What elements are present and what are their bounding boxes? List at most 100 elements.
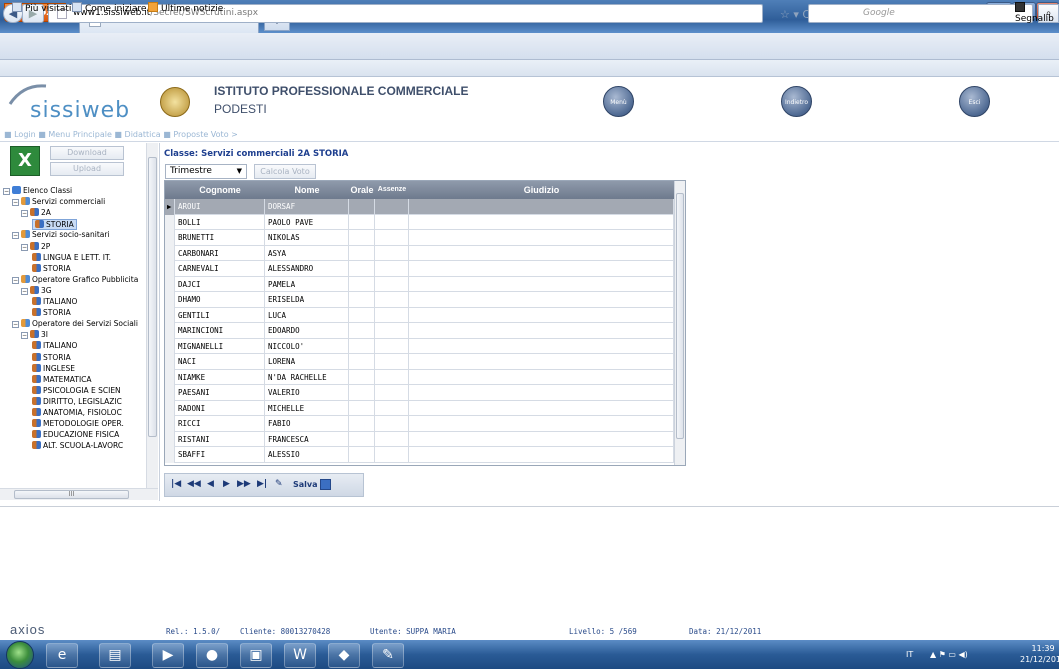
tree-vertical-scrollbar[interactable] — [146, 143, 158, 488]
cell-orale[interactable] — [349, 245, 375, 261]
collapse-icon[interactable]: − — [12, 276, 19, 284]
excel-icon[interactable]: X — [10, 146, 40, 176]
table-row[interactable]: SBAFFI ALESSIO — [165, 447, 674, 463]
tree-item[interactable]: STORIA — [32, 308, 71, 317]
next-page-icon[interactable]: ▶ — [223, 479, 230, 489]
cell-giudizio[interactable] — [409, 276, 674, 292]
tree-item[interactable]: ANATOMIA, FISIOLOC — [32, 408, 122, 417]
save-disk-icon[interactable] — [320, 479, 331, 490]
upload-button[interactable]: Upload — [50, 162, 124, 176]
cell-giudizio[interactable] — [409, 261, 674, 277]
cell-giudizio[interactable] — [409, 307, 674, 323]
collapse-icon[interactable]: − — [3, 188, 10, 195]
download-button[interactable]: Download — [50, 146, 124, 160]
tree-item[interactable]: − Operatore dei Servizi Sociali — [12, 319, 138, 329]
col-cognome[interactable]: Cognome — [175, 181, 265, 199]
bookmark-latest-news[interactable]: Ultime notizie — [148, 2, 223, 14]
last-page-icon[interactable]: ▶| — [257, 479, 267, 489]
prev-block-icon[interactable]: ◀◀ — [187, 479, 201, 489]
cell-assenze[interactable] — [375, 323, 409, 339]
breadcrumb-didattica[interactable]: Didattica — [125, 130, 161, 139]
breadcrumb-login[interactable]: Login — [14, 130, 36, 139]
cell-assenze[interactable] — [375, 338, 409, 354]
cell-orale[interactable] — [349, 230, 375, 246]
cell-giudizio[interactable] — [409, 385, 674, 401]
table-row[interactable]: NACI LORENA — [165, 354, 674, 370]
cell-orale[interactable] — [349, 307, 375, 323]
cell-giudizio[interactable] — [409, 214, 674, 230]
table-row[interactable]: MARINCIONI EDOARDO — [165, 323, 674, 339]
cell-orale[interactable] — [349, 431, 375, 447]
cell-giudizio[interactable] — [409, 369, 674, 385]
tree-item[interactable]: PSICOLOGIA E SCIEN — [32, 385, 121, 395]
col-orale[interactable]: Orale — [349, 181, 375, 199]
cell-giudizio[interactable] — [409, 323, 674, 339]
tree-item[interactable]: − 3G — [21, 285, 52, 295]
tree-item[interactable]: INGLESE — [32, 363, 75, 373]
bookmark-most-visited[interactable]: Più visitati — [12, 2, 71, 14]
calculate-grade-button[interactable]: Calcola Voto — [254, 164, 316, 179]
pictures-icon[interactable]: ▣ — [240, 643, 272, 668]
cell-giudizio[interactable] — [409, 431, 674, 447]
cell-orale[interactable] — [349, 400, 375, 416]
cell-orale[interactable] — [349, 292, 375, 308]
tree-item[interactable]: − 2P — [21, 241, 50, 251]
breadcrumb-menu[interactable]: Menu Principale — [48, 130, 112, 139]
word-icon[interactable]: W — [284, 643, 316, 668]
cell-giudizio[interactable] — [409, 245, 674, 261]
table-row[interactable]: BRUNETTI NIKOLAS — [165, 230, 674, 246]
grid-scrollbar[interactable] — [674, 181, 685, 465]
bookmarks-menu[interactable]: Segnalib — [1015, 2, 1059, 24]
collapse-icon[interactable]: − — [21, 287, 28, 295]
table-row[interactable]: DAJCI PAMELA — [165, 276, 674, 292]
cell-assenze[interactable] — [375, 369, 409, 385]
tree-item[interactable]: STORIA — [32, 219, 77, 231]
save-button[interactable]: Salva — [293, 480, 318, 489]
cell-orale[interactable] — [349, 447, 375, 463]
start-button[interactable] — [6, 641, 34, 669]
table-row[interactable]: PAESANI VALERIO — [165, 385, 674, 401]
cell-orale[interactable] — [349, 199, 375, 215]
tree-item[interactable]: ITALIANO — [32, 297, 77, 306]
cell-orale[interactable] — [349, 323, 375, 339]
cell-orale[interactable] — [349, 261, 375, 277]
tree-item[interactable]: ITALIANO — [32, 341, 77, 350]
tree-item[interactable]: − 3I — [21, 330, 48, 340]
cell-giudizio[interactable] — [409, 230, 674, 246]
cell-assenze[interactable] — [375, 385, 409, 401]
tree-item[interactable]: − Elenco Classi — [3, 186, 72, 195]
cell-giudizio[interactable] — [409, 292, 674, 308]
tree-item[interactable]: MATEMATICA — [32, 374, 92, 384]
edit-pencil-icon[interactable]: ✎ — [275, 479, 283, 489]
exit-button[interactable]: Esci — [959, 86, 990, 117]
clock[interactable]: 11:39 21/12/2011 — [1020, 643, 1059, 665]
collapse-icon[interactable]: − — [12, 321, 19, 329]
collapse-icon[interactable]: − — [12, 232, 19, 240]
ie-icon[interactable]: e — [46, 643, 78, 668]
cell-assenze[interactable] — [375, 214, 409, 230]
search-input[interactable]: Google — [808, 4, 1033, 23]
tree-item[interactable]: METODOLOGIE OPER. — [32, 419, 124, 428]
table-row[interactable]: RADONI MICHELLE — [165, 400, 674, 416]
cell-assenze[interactable] — [375, 431, 409, 447]
tree-item[interactable]: DIRITTO, LEGISLAZIC — [32, 396, 122, 406]
firefox-icon[interactable]: ● — [196, 643, 228, 668]
table-row[interactable]: NIAMKE N'DA RACHELLE — [165, 369, 674, 385]
col-assenze[interactable]: Assenze — [375, 181, 409, 199]
cell-orale[interactable] — [349, 385, 375, 401]
table-row[interactable]: RICCI FABIO — [165, 416, 674, 432]
media-icon[interactable]: ▶ — [152, 643, 184, 668]
language-indicator[interactable]: IT — [906, 650, 913, 659]
cell-orale[interactable] — [349, 276, 375, 292]
table-row[interactable]: RISTANI FRANCESCA — [165, 431, 674, 447]
tree-horizontal-scrollbar[interactable]: III — [0, 488, 158, 500]
table-row[interactable]: BOLLI PAOLO PAVE — [165, 214, 674, 230]
cell-assenze[interactable] — [375, 292, 409, 308]
app-icon[interactable]: ◆ — [328, 643, 360, 668]
tray-icons[interactable]: ▲ ⚑ ▭ ◀) — [930, 650, 968, 659]
table-row[interactable]: GENTILI LUCA — [165, 307, 674, 323]
tree-item[interactable]: − Servizi socio-sanitari — [12, 230, 110, 240]
bookmark-star-icon[interactable]: ☆ ▾ C — [780, 8, 810, 21]
cell-orale[interactable] — [349, 214, 375, 230]
first-page-icon[interactable]: |◀ — [171, 479, 181, 489]
